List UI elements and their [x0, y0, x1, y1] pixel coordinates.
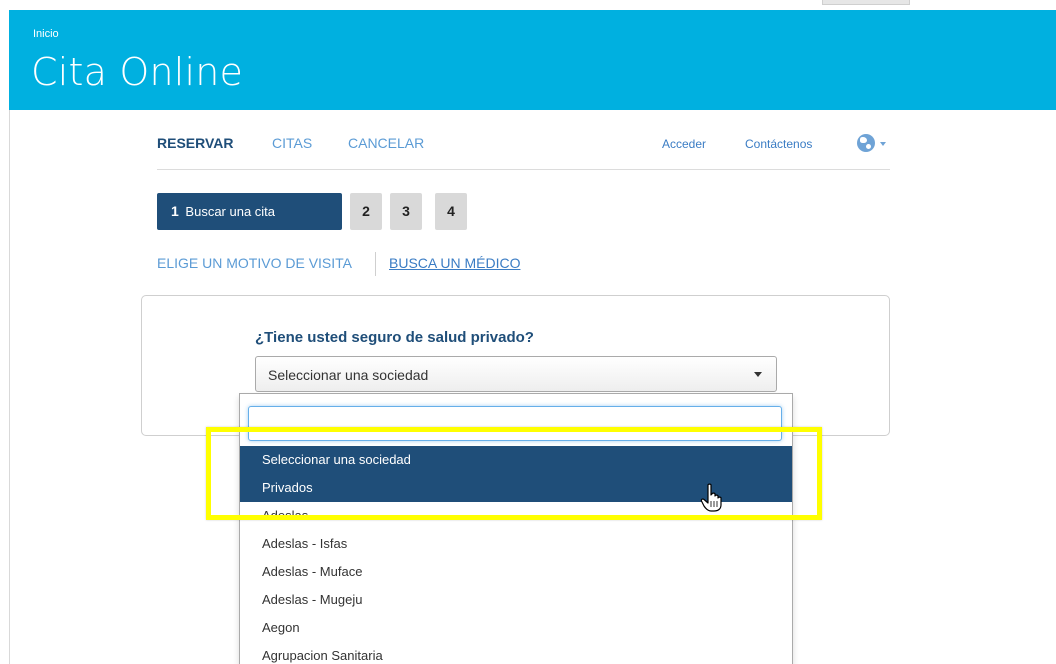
insurance-dropdown: Seleccionar una sociedad Privados Adesla…: [239, 393, 793, 664]
globe-icon[interactable]: [857, 134, 875, 152]
nav-cancelar[interactable]: CANCELAR: [348, 135, 424, 151]
nav-citas[interactable]: CITAS: [272, 135, 312, 151]
option-adeslas-isfas[interactable]: Adeslas - Isfas: [240, 530, 792, 558]
search-mode-tabs: ELIGE UN MOTIVO DE VISITA BUSCA UN MÉDIC…: [157, 252, 520, 276]
step-number: 1: [171, 203, 179, 219]
step-4[interactable]: 4: [435, 193, 467, 230]
header-banner: Inicio Cita Online: [9, 10, 1056, 110]
option-agrupacion-sanitaria[interactable]: Agrupacion Sanitaria: [240, 642, 792, 664]
option-adeslas-mugeju[interactable]: Adeslas - Mugeju: [240, 586, 792, 614]
insurance-question: ¿Tiene usted seguro de salud privado?: [255, 329, 534, 346]
option-seleccionar[interactable]: Seleccionar una sociedad: [240, 446, 792, 474]
dropdown-options: Seleccionar una sociedad Privados Adesla…: [240, 446, 792, 664]
nav-reservar[interactable]: RESERVAR: [157, 135, 234, 151]
hand-cursor-icon: [700, 483, 722, 512]
tab-reason[interactable]: ELIGE UN MOTIVO DE VISITA: [157, 255, 352, 271]
contact-link[interactable]: Contáctenos: [745, 137, 812, 151]
login-link[interactable]: Acceder: [662, 137, 706, 151]
step-3[interactable]: 3: [390, 193, 422, 230]
step-1-active[interactable]: 1 Buscar una cita: [157, 193, 342, 230]
option-aegon[interactable]: Aegon: [240, 614, 792, 642]
select-value: Seleccionar una sociedad: [268, 367, 429, 383]
page-border: [9, 110, 10, 664]
dropdown-search-input[interactable]: [248, 406, 782, 441]
option-adeslas-muface[interactable]: Adeslas - Muface: [240, 558, 792, 586]
page-title: Cita Online: [31, 50, 244, 94]
step-label: Buscar una cita: [185, 204, 276, 219]
chevron-down-icon[interactable]: [880, 142, 886, 146]
breadcrumb[interactable]: Inicio: [33, 28, 59, 40]
top-nav: RESERVAR CITAS CANCELAR Acceder Contácte…: [157, 128, 890, 170]
tab-divider: [375, 252, 376, 276]
insurance-select[interactable]: Seleccionar una sociedad: [255, 356, 777, 392]
caret-down-icon[interactable]: [754, 372, 762, 377]
tab-doctor[interactable]: BUSCA UN MÉDICO: [389, 255, 520, 271]
step-2[interactable]: 2: [350, 193, 382, 230]
top-strip: [0, 0, 1056, 10]
top-tab: [822, 0, 910, 5]
